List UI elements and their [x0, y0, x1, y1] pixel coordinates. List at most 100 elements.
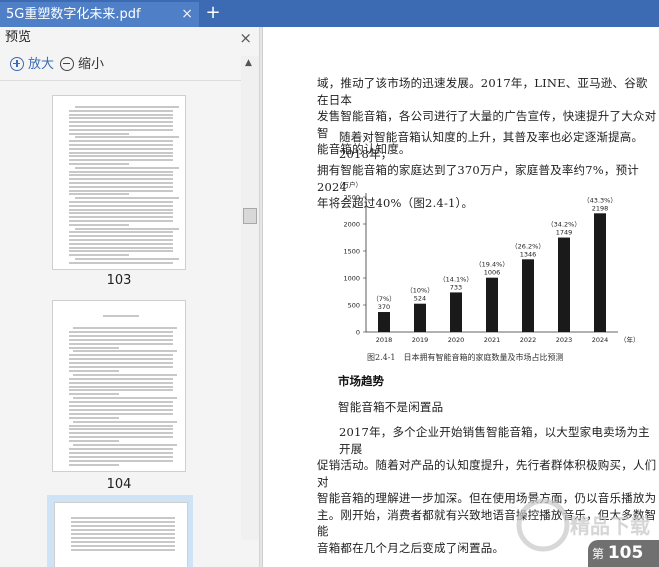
thumbnail-text-line — [69, 334, 173, 337]
thumbnail-text-line — [69, 159, 173, 162]
thumbnail-text-line — [69, 366, 173, 368]
scroll-up-icon[interactable]: ▲ — [245, 58, 252, 68]
thumbnail-text-line — [69, 338, 173, 341]
thumbnail-text-line — [75, 258, 179, 260]
data-label: 2198 — [592, 204, 609, 212]
page-prefix: 第 — [592, 547, 605, 561]
thumbnail-text-line — [69, 393, 119, 396]
page-thumbnail-104[interactable] — [52, 300, 186, 472]
thumbnail-text-line — [69, 358, 173, 361]
y-tick-label: 0 — [356, 328, 360, 336]
thumbnail-text-line — [71, 521, 175, 523]
thumbnail-text-line — [69, 447, 173, 450]
thumbnail-scrollbar[interactable]: ▲ — [241, 56, 259, 540]
thumbnail-text-line — [69, 174, 173, 177]
thumbnail-text-line — [69, 189, 173, 192]
document-tab[interactable]: 5G重塑数字化未来.pdf × — [0, 2, 199, 27]
text-line: 随着对智能音箱认知度的上升，其普及率也必定逐渐提高。2018年， — [339, 130, 644, 161]
thumbnail-text-line — [69, 362, 173, 365]
x-tick-label: 2018 — [376, 336, 393, 344]
thumbnail-text-line — [69, 385, 173, 388]
text-line: 域，推动了该市场的迅速发展。2017年，LINE、亚马逊、谷歌在日本 — [317, 76, 648, 107]
share-label: （26.2%） — [511, 242, 545, 250]
thumbnail-page-number: 104 — [106, 477, 132, 492]
thumbnail-text-line — [73, 397, 177, 400]
thumbnail-text-line — [75, 166, 179, 169]
thumbnail-text-line — [69, 408, 173, 411]
data-label: 1006 — [484, 269, 501, 277]
toolbar-divider — [0, 80, 260, 81]
thumbnail-text-line — [69, 405, 173, 407]
data-label: 524 — [414, 295, 426, 303]
thumbnail-text-line — [69, 261, 173, 264]
thumbnail-text-line — [71, 529, 175, 531]
tab-title: 5G重塑数字化未来.pdf — [6, 7, 141, 22]
document-page: 域，推动了该市场的迅速发展。2017年，LINE、亚马逊、谷歌在日本 发售智能音… — [262, 27, 659, 567]
thumbnail-text-line — [75, 227, 179, 230]
thumbnail-text-line — [69, 144, 173, 146]
close-panel-icon[interactable]: × — [239, 27, 252, 49]
thumbnail-text-line — [69, 342, 173, 345]
thumbnail-text-line — [75, 136, 179, 139]
zoom-in-icon — [10, 56, 24, 71]
zoom-in-button[interactable]: 放大 — [10, 55, 54, 75]
data-label: 1749 — [556, 229, 573, 237]
tab-bar: 5G重塑数字化未来.pdf × + — [0, 0, 659, 27]
bar — [486, 277, 498, 332]
thumbnail-text-line — [69, 401, 173, 404]
thumbnail-text-line — [69, 128, 173, 131]
zoom-out-button[interactable]: 缩小 — [60, 55, 104, 75]
thumbnail-text-line — [69, 109, 173, 112]
thumbnail-text-line — [69, 121, 173, 124]
x-tick-label: 2021 — [484, 336, 501, 344]
thumbnail-text-line — [71, 549, 175, 551]
thumbnail-text-line — [69, 223, 129, 226]
preview-title: 预览 — [5, 30, 32, 45]
y-tick-label: 500 — [348, 301, 360, 309]
thumbnail-text-line — [69, 113, 173, 116]
x-tick-label: 2020 — [448, 336, 465, 344]
page-thumbnail-105[interactable] — [54, 502, 188, 567]
thumbnail-text-line — [69, 216, 173, 219]
thumbnail-text-line — [71, 541, 175, 543]
scrollbar-thumb[interactable] — [243, 208, 257, 224]
x-tick-label: 2019 — [412, 336, 429, 344]
y-tick-label: 1500 — [343, 247, 360, 255]
thumbnail-text-line — [69, 208, 173, 211]
thumbnail-text-line — [71, 533, 175, 535]
thumbnail-text-line — [69, 389, 173, 392]
x-tick-label: 2022 — [520, 336, 537, 344]
thumbnail-text-line — [69, 132, 129, 135]
page-thumbnail-103[interactable] — [52, 95, 186, 270]
thumbnail-text-line — [69, 440, 119, 443]
tab-close-icon[interactable]: × — [181, 2, 193, 27]
bar — [450, 292, 462, 332]
thumbnail-text-line — [73, 420, 177, 423]
bar — [522, 259, 534, 332]
bar — [558, 237, 570, 332]
thumbnail-text-line — [69, 117, 173, 120]
section-heading: 市场趋势 — [338, 374, 384, 388]
thumbnail-text-line — [69, 212, 173, 215]
thumbnail-text-line — [75, 106, 179, 108]
x-tick-label: 2023 — [556, 336, 573, 344]
thumbnail-text-line — [69, 163, 129, 165]
data-label: 733 — [450, 283, 462, 291]
thumbnail-text-line — [69, 125, 173, 127]
preview-panel-header: 预览 × — [0, 27, 260, 49]
thumbnail-text-line — [69, 140, 173, 143]
thumbnail-text-line — [69, 250, 173, 253]
new-tab-icon[interactable]: + — [204, 0, 222, 27]
thumbnail-text-line — [69, 424, 173, 427]
thumbnail-text-line — [69, 201, 173, 203]
bar — [378, 312, 390, 332]
thumbnail-text-line — [69, 254, 129, 257]
paragraph-3: 智能音箱不是闲置品 — [338, 400, 444, 414]
thumbnail-text-line — [69, 242, 173, 245]
thumbnail-text-line — [69, 170, 173, 173]
thumbnail-text-line — [71, 537, 175, 539]
thumbnail-text-line — [73, 350, 177, 353]
share-label: （14.1%） — [439, 275, 473, 283]
zoom-out-label: 缩小 — [78, 57, 105, 72]
thumbnail-text-line — [69, 381, 173, 384]
